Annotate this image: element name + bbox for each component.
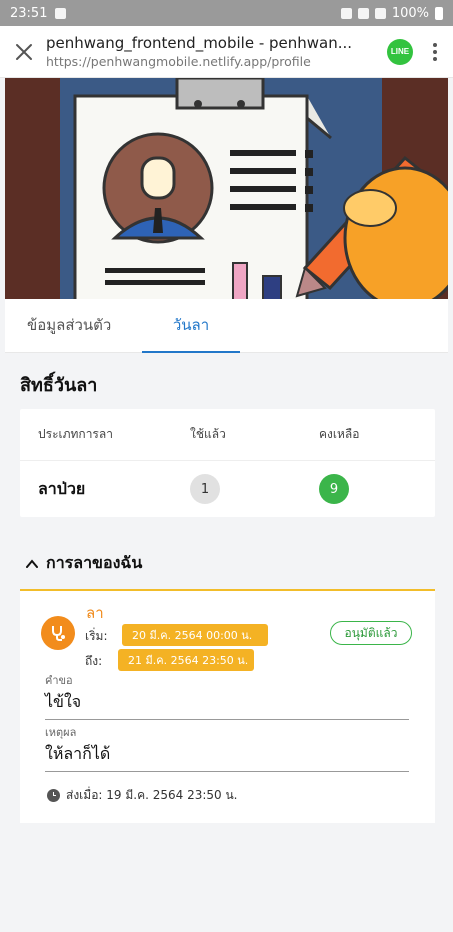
line-share-button[interactable]: LINE [387, 38, 413, 65]
close-button[interactable] [10, 38, 38, 66]
table-header: ประเภทการลา ใช้แล้ว คงเหลือ [20, 409, 435, 461]
leave-quota-title: สิทธิ์วันลา [20, 375, 98, 396]
end-date-badge: 21 มี.ค. 2564 23:50 น. [118, 649, 254, 671]
header-remaining: คงเหลือ [319, 427, 360, 441]
reason-value: ให้ลาก็ได้ [45, 741, 409, 772]
start-label: เริ่ม: [85, 629, 108, 643]
profile-tabs: ข้อมูลส่วนตัว วันลา [5, 299, 448, 353]
leave-request-card: ลา เริ่ม: 20 มี.ค. 2564 00:00 น. ถึง: 21… [20, 589, 435, 823]
used-count-badge: 1 [190, 474, 220, 504]
status-badge: อนุมัติแล้ว [330, 621, 412, 645]
mute-icon [340, 7, 352, 19]
status-bar: 23:51 100% [0, 0, 453, 26]
sent-timestamp: ส่งเมื่อ: 19 มี.ค. 2564 23:50 น. [47, 786, 238, 805]
chevron-up-icon [26, 558, 38, 568]
stethoscope-icon [41, 616, 75, 650]
sent-text: ส่งเมื่อ: 19 มี.ค. 2564 23:50 น. [66, 788, 238, 802]
reason-field: เหตุผล ให้ลาก็ได้ [45, 723, 409, 772]
my-leaves-title: การลาของฉัน [46, 553, 143, 572]
remaining-count-badge: 9 [319, 474, 349, 504]
page-address[interactable]: penhwang_frontend_mobile - penhwan... ht… [46, 34, 375, 69]
leave-quota-table: ประเภทการลา ใช้แล้ว คงเหลือ ลาป่วย 1 9 [20, 409, 435, 517]
my-leaves-toggle[interactable]: การลาของฉัน [26, 551, 453, 576]
page-title: penhwang_frontend_mobile - penhwan... [46, 34, 353, 52]
profile-banner-illustration [5, 78, 448, 299]
tab-leave[interactable]: วันลา [142, 298, 240, 353]
table-row: ลาป่วย 1 9 [20, 461, 435, 517]
page-url: https://penhwangmobile.netlify.app/profi… [46, 54, 311, 69]
request-label: คำขอ [45, 674, 73, 687]
request-field: คำขอ ไข้ใจ [45, 671, 409, 720]
signal-icon [374, 7, 386, 19]
status-time: 23:51 [10, 5, 48, 21]
header-used: ใช้แล้ว [190, 427, 226, 441]
end-label: ถึง: [85, 654, 103, 668]
clock-icon [47, 789, 60, 802]
request-value: ไข้ใจ [45, 689, 409, 720]
close-icon [16, 43, 32, 60]
browser-toolbar: penhwang_frontend_mobile - penhwan... ht… [0, 26, 453, 78]
start-date-badge: 20 มี.ค. 2564 00:00 น. [122, 624, 268, 646]
leave-type: ลา [86, 604, 104, 622]
wifi-icon [357, 7, 369, 19]
leave-type-cell: ลาป่วย [38, 478, 86, 498]
battery-icon [435, 6, 443, 20]
reason-label: เหตุผล [45, 726, 77, 739]
header-leave-type: ประเภทการลา [38, 427, 113, 441]
tab-personal-info[interactable]: ข้อมูลส่วนตัว [27, 298, 142, 352]
more-options-icon[interactable] [427, 42, 443, 61]
notification-icon [55, 7, 67, 19]
battery-percent: 100% [391, 5, 429, 21]
